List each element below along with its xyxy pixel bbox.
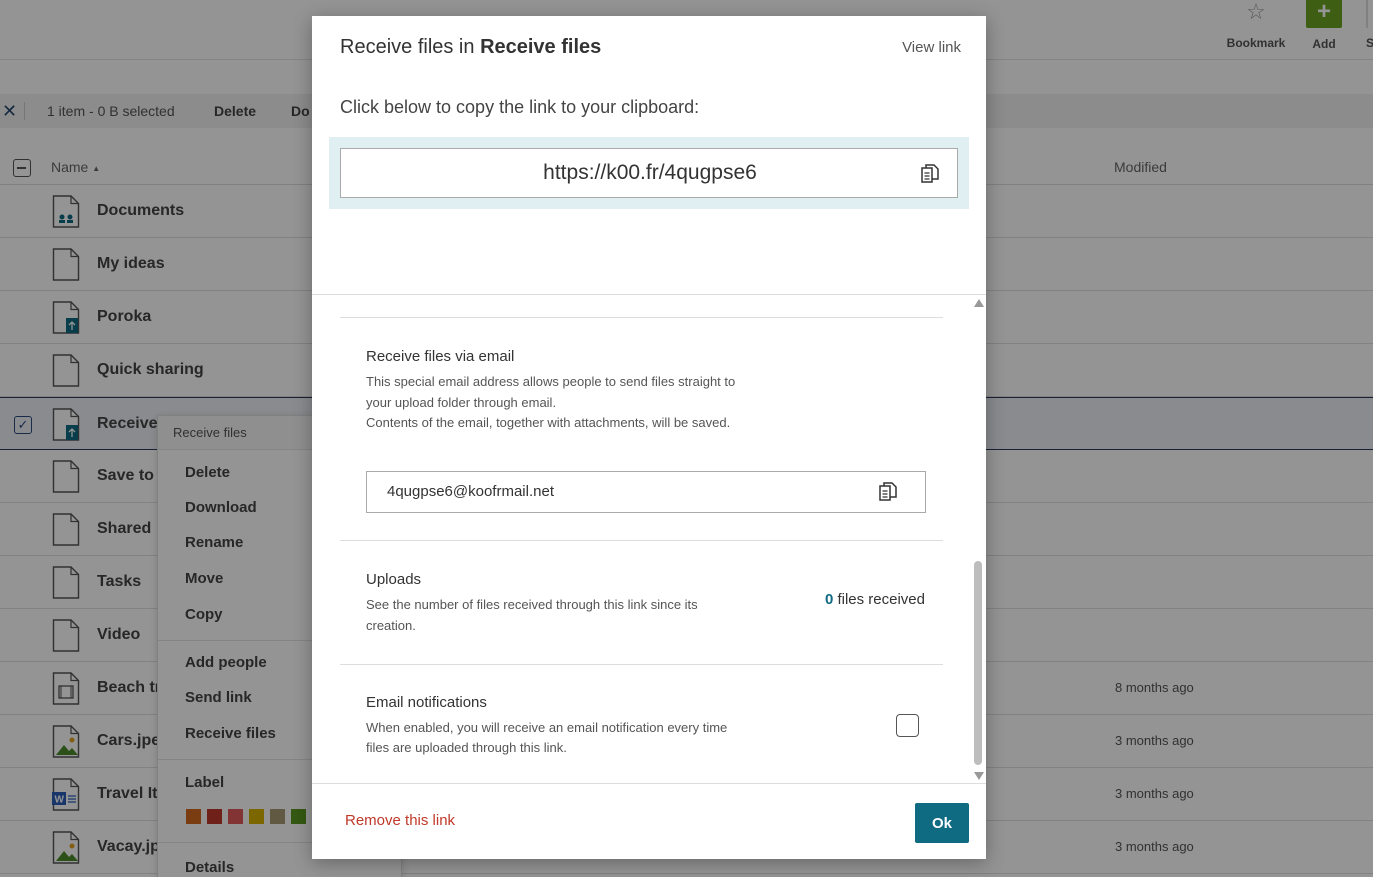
uploads-section-title: Uploads <box>366 571 422 588</box>
copy-instruction: Click below to copy the link to your cli… <box>340 97 700 117</box>
section-divider <box>340 540 943 541</box>
section-divider <box>340 664 943 665</box>
files-received-count: 0 files received <box>825 591 925 608</box>
email-notifications-checkbox[interactable] <box>896 714 919 737</box>
scrollbar-thumb[interactable] <box>974 561 982 765</box>
dialog-title-folder: Receive files <box>480 36 602 58</box>
files-received-suffix: files received <box>833 591 925 608</box>
notifications-section-description: When enabled, you will receive an email … <box>366 720 728 755</box>
link-box: https://k00.fr/4qugpse6 <box>329 137 969 209</box>
uploads-section-description: See the number of files received through… <box>366 597 698 633</box>
remove-link-button[interactable]: Remove this link <box>345 812 455 829</box>
copy-icon[interactable] <box>921 164 939 184</box>
dialog-scroll-area[interactable]: Receive files via email This special ema… <box>312 294 986 783</box>
dialog-title: Receive files in Receive files <box>340 36 601 59</box>
receive-files-dialog: Receive files in Receive files View link… <box>312 16 986 859</box>
scroll-up-arrow[interactable] <box>974 299 984 307</box>
email-description-line1: This special email address allows people… <box>366 374 736 410</box>
email-description-line2: Contents of the email, together with att… <box>366 415 731 430</box>
ok-button[interactable]: Ok <box>915 803 969 843</box>
view-link-button[interactable]: View link <box>902 39 961 56</box>
dialog-footer: Remove this link Ok <box>312 783 986 859</box>
email-section-description: This special email address allows people… <box>366 372 756 434</box>
receive-email-field[interactable]: 4qugpse6@koofrmail.net <box>366 471 926 513</box>
link-field[interactable]: https://k00.fr/4qugpse6 <box>340 148 958 198</box>
copy-icon[interactable] <box>879 482 897 502</box>
scroll-down-arrow[interactable] <box>974 772 984 780</box>
receive-email-address[interactable]: 4qugpse6@koofrmail.net <box>387 483 554 500</box>
email-section-title: Receive files via email <box>366 348 515 365</box>
dialog-title-prefix: Receive files in <box>340 36 481 58</box>
section-divider <box>340 317 943 318</box>
notifications-section-title: Email notifications <box>366 694 487 711</box>
link-url[interactable]: https://k00.fr/4qugpse6 <box>341 161 959 185</box>
